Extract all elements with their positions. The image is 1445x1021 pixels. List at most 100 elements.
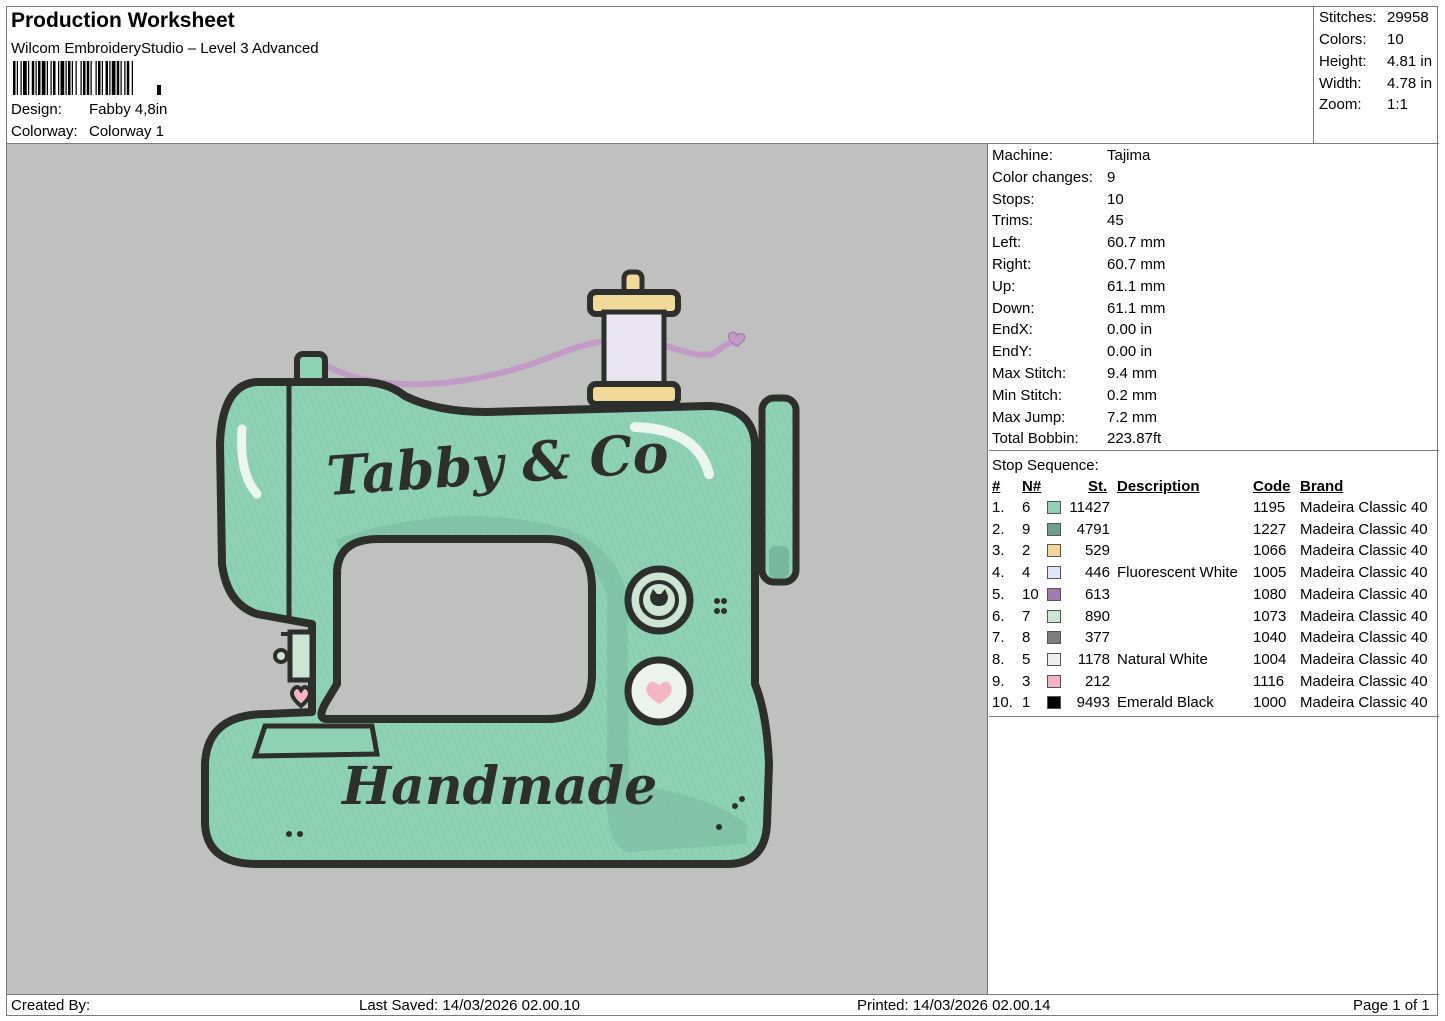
summary-width: Width: 4.78 in — [1319, 75, 1432, 92]
footer-divider — [7, 994, 1439, 995]
colorway-value: Colorway 1 — [89, 123, 165, 140]
row-stitches: 212 — [1084, 672, 1110, 690]
spool-bottom — [587, 381, 681, 407]
stat-value: 9 — [1107, 168, 1116, 186]
summary-label: Stitches: — [1319, 9, 1377, 26]
row-brand: Madeira Classic 40 — [1300, 694, 1428, 712]
stat-row: Down: 61.1 mm — [992, 300, 1165, 317]
spool-thread — [601, 309, 667, 389]
row-stitches: 11427 — [1069, 499, 1110, 516]
design-value: Fabby 4,8in — [89, 101, 168, 118]
row-index: 4. — [992, 564, 1005, 582]
stat-row: Max Jump: 7.2 mm — [992, 409, 1157, 426]
stat-value: 0.00 in — [1107, 343, 1153, 361]
worksheet-header: Production Worksheet Wilcom EmbroiderySt… — [7, 7, 1313, 143]
stop-sequence-title: Stop Sequence: — [992, 457, 1099, 474]
row-description: Fluorescent White — [1117, 564, 1238, 582]
row-code: 1005 — [1253, 564, 1287, 582]
hand-wheel-shade — [769, 546, 789, 578]
thread-line — [314, 335, 740, 388]
row-brand: Madeira Classic 40 — [1300, 585, 1428, 603]
row-index: 7. — [992, 629, 1005, 647]
row-needle: 5 — [1022, 650, 1031, 668]
stat-value: 9.4 mm — [1107, 365, 1158, 382]
printed-date: Printed: 14/03/2026 02.00.14 — [857, 997, 1051, 1014]
software-name: Wilcom EmbroideryStudio – Level 3 Advanc… — [11, 40, 319, 57]
needle-plate — [251, 723, 380, 759]
stat-row: Max Stitch: 9.4 mm — [992, 365, 1157, 382]
row-needle: 1 — [1022, 694, 1031, 712]
stat-label: EndX: — [992, 321, 1033, 339]
stat-label: Right: — [992, 256, 1032, 273]
summary-label: Height: — [1319, 53, 1367, 70]
col-header-code: Code — [1253, 478, 1291, 495]
row-code: 1000 — [1253, 694, 1287, 712]
row-code: 1040 — [1253, 629, 1287, 647]
stat-label: Min Stitch: — [992, 386, 1063, 404]
last-saved: Last Saved: 14/03/2026 02.00.10 — [359, 997, 581, 1014]
row-needle: 10 — [1022, 585, 1039, 603]
row-stitches: 613 — [1084, 585, 1110, 603]
row-brand: Madeira Classic 40 — [1300, 520, 1428, 538]
stat-value: 223.87ft — [1107, 430, 1162, 448]
summary-zoom: Zoom: 1:1 — [1319, 96, 1408, 113]
colorway-row: Colorway: Colorway 1 — [11, 123, 164, 140]
summary-value: 10 — [1387, 31, 1404, 48]
design-preview: Tabby & Co Handmade — [7, 144, 988, 994]
row-stitches: 446 — [1084, 564, 1110, 582]
summary-height: Height: 4.81 in — [1319, 53, 1432, 70]
row-index: 6. — [992, 607, 1005, 625]
summary-label: Zoom: — [1319, 96, 1362, 113]
stat-label: Max Jump: — [992, 408, 1066, 426]
row-code: 1004 — [1253, 650, 1287, 668]
info-panel: Machine: Tajima Color changes: 9 Stops: 10 Tri… — [989, 144, 1439, 994]
color-swatch — [1047, 522, 1061, 536]
row-stitches: 9493 — [1076, 694, 1110, 712]
stat-row: Stops: 10 — [992, 191, 1124, 208]
stat-value: 61.1 mm — [1107, 299, 1166, 317]
row-needle: 3 — [1022, 672, 1031, 690]
row-description: Emerald Black — [1117, 694, 1214, 712]
color-swatch — [1047, 587, 1061, 601]
row-needle: 8 — [1022, 629, 1031, 647]
stat-row: EndY: 0.00 in — [992, 343, 1152, 360]
row-code: 1080 — [1253, 585, 1287, 603]
handmade-text: Handmade — [340, 756, 657, 817]
color-swatch — [1047, 631, 1061, 645]
stat-value: 7.2 mm — [1107, 408, 1158, 426]
sequence-divider — [989, 716, 1439, 717]
row-brand: Madeira Classic 40 — [1300, 650, 1428, 668]
row-index: 9. — [992, 672, 1005, 690]
stat-value: 0.00 in — [1107, 321, 1153, 339]
stat-label: Up: — [992, 277, 1016, 295]
stat-value: 60.7 mm — [1107, 256, 1166, 273]
color-swatch — [1047, 696, 1061, 710]
summary-value: 1:1 — [1387, 96, 1408, 113]
summary-stitches: Stitches: 29958 — [1319, 9, 1429, 26]
row-index: 2. — [992, 520, 1005, 538]
arm-opening — [317, 535, 596, 723]
row-index: 8. — [992, 650, 1005, 668]
stat-label: Total Bobbin: — [992, 430, 1079, 448]
production-worksheet: Production Worksheet Wilcom EmbroiderySt… — [6, 6, 1439, 1016]
stat-value: 45 — [1107, 212, 1124, 230]
row-stitches: 4791 — [1076, 520, 1110, 538]
stat-row: Up: 61.1 mm — [992, 278, 1165, 295]
row-code: 1227 — [1253, 520, 1287, 538]
row-code: 1073 — [1253, 607, 1287, 625]
row-needle: 6 — [1022, 499, 1031, 516]
row-brand: Madeira Classic 40 — [1300, 542, 1428, 560]
row-index: 3. — [992, 542, 1005, 560]
row-needle: 2 — [1022, 542, 1031, 560]
row-needle: 4 — [1022, 564, 1031, 582]
needle-heart-icon — [290, 685, 312, 709]
design-label: Design: — [11, 101, 62, 118]
stat-row: Total Bobbin: 223.87ft — [992, 430, 1161, 447]
summary-label: Width: — [1319, 75, 1362, 92]
color-swatch — [1047, 566, 1061, 580]
created-by: Created By: — [11, 997, 91, 1014]
stats-divider — [989, 450, 1439, 451]
row-brand: Madeira Classic 40 — [1300, 564, 1428, 582]
stat-value: 10 — [1107, 190, 1124, 208]
stat-row: EndX: 0.00 in — [992, 321, 1152, 338]
